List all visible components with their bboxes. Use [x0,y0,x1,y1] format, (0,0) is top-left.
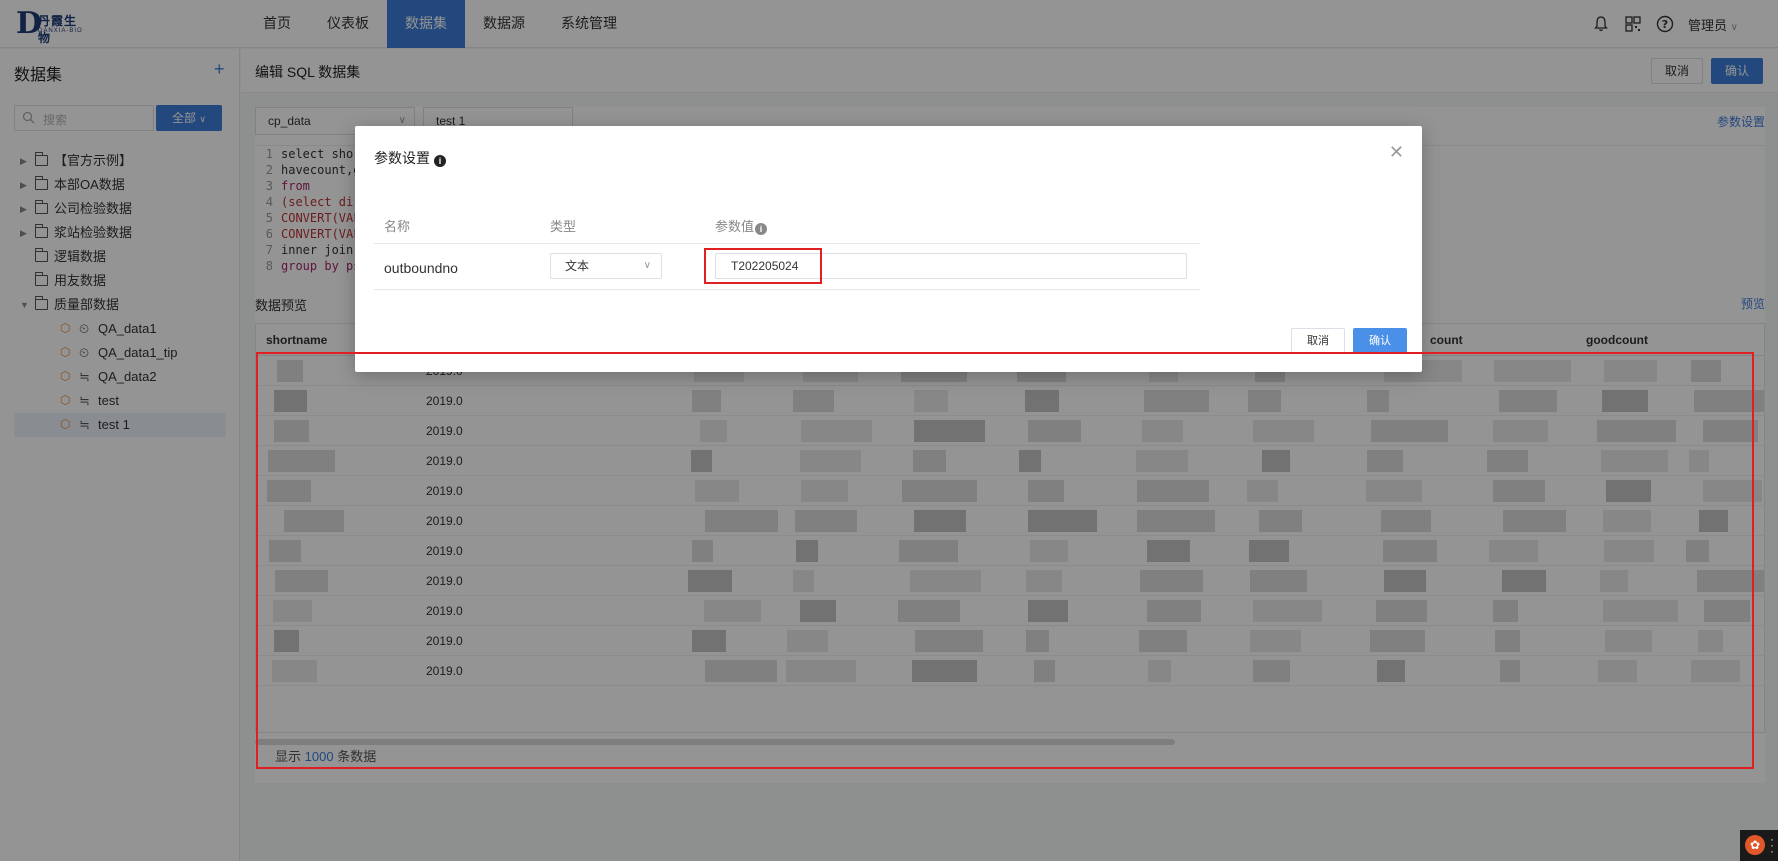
floating-widget[interactable]: ✿ · · · [1740,830,1778,861]
param-type-value: 文本 [565,259,590,273]
param-col-type-header: 类型 [550,219,577,234]
annotation-box-preview-table [256,352,1754,769]
dialog-title-text: 参数设置 [374,150,430,166]
close-icon[interactable]: ✕ [1389,142,1404,163]
dialog-confirm-button[interactable]: 确认 [1353,328,1407,354]
divider [374,243,1200,244]
more-icon: · · · [1770,832,1774,858]
param-type-select[interactable]: 文本 ∨ [550,253,662,279]
param-settings-dialog: 参数设置 i ✕ 名称 类型 参数值 i outboundno 文本 ∨ T20220… [355,126,1422,372]
dialog-title: 参数设置 i [374,148,446,168]
param-col-value-header: 参数值 i [715,216,768,235]
gear-icon: ✿ [1745,835,1765,855]
info-icon: i [755,223,768,235]
divider [374,289,1200,290]
param-col-name-header: 名称 [384,219,411,234]
chevron-down-icon: ∨ [643,260,651,271]
dialog-cancel-button[interactable]: 取消 [1291,328,1345,354]
param-name: outboundno [384,260,458,276]
info-icon: i [434,155,446,167]
annotation-box-param-value [704,248,822,284]
param-col-value-text: 参数值 [715,219,755,234]
